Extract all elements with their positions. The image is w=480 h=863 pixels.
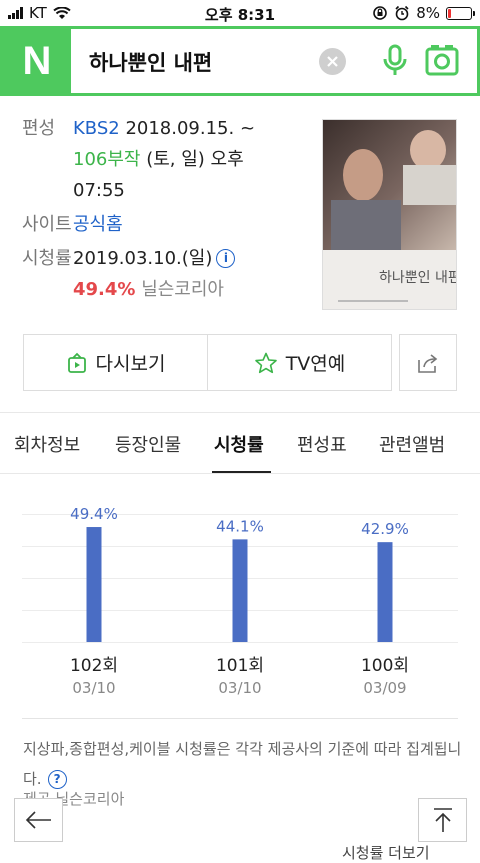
battery-percent: 8%: [416, 4, 440, 22]
value-label: 42.9%: [361, 520, 409, 538]
replay-icon: [67, 352, 86, 373]
rating-value: 49.4%: [73, 279, 136, 300]
rating-source: 닐슨코리아: [141, 279, 224, 300]
value-label: 44.1%: [216, 517, 264, 535]
tab-bar: 회차정보 등장인물 시청률 편성표 관련앨범: [0, 412, 480, 474]
close-icon: [327, 56, 338, 67]
clear-search-button[interactable]: [319, 48, 346, 75]
category-label: 102회: [70, 656, 118, 676]
ratings-chart-svg: 49.4% 102회 03/10 44.1% 101회 03/10 42.9% 100회 03/…: [70, 505, 409, 697]
category-label: 100회: [361, 656, 409, 676]
schedule: (토, 일) 오후: [146, 149, 244, 170]
value-label: 49.4%: [70, 505, 118, 523]
camera-search-icon[interactable]: [425, 44, 459, 78]
tab-ratings[interactable]: 시청률: [214, 431, 264, 457]
arrow-left-icon: [25, 811, 51, 829]
category-label: 101회: [216, 656, 264, 676]
bar-101회: [232, 539, 248, 642]
date-label: 03/10: [72, 679, 115, 697]
date-label: 03/10: [218, 679, 261, 697]
search-input[interactable]: 하나뿐인 내편: [89, 47, 212, 77]
rating-label: 시청률: [22, 248, 72, 269]
ratings-chart: 49.4% 102회 03/10 44.1% 101회 03/10 42.9% 100회 03/…: [22, 500, 458, 700]
star-icon: [254, 352, 277, 373]
tv-entertainment-label: TV연예: [285, 353, 346, 375]
broadcast-label: 편성: [22, 118, 56, 139]
voice-search-icon[interactable]: [381, 44, 409, 78]
air-time: 07:55: [73, 180, 125, 201]
more-ratings-link[interactable]: 시청률 더보기: [342, 842, 430, 863]
tab-related-album[interactable]: 관련앨범: [379, 431, 445, 457]
channel-link[interactable]: KBS2: [73, 118, 120, 139]
footnote-text: 지상파,종합편성,케이블 시청률은 각각 제공사의 기준에 따라 집계됩니다.: [23, 740, 462, 788]
share-button[interactable]: [399, 334, 457, 391]
status-bar: KT 오후 8:31 8%: [0, 0, 480, 26]
back-button[interactable]: [14, 798, 63, 842]
bar-102회: [86, 527, 102, 642]
alarm-icon: [395, 5, 409, 21]
active-tab-indicator: [212, 471, 271, 473]
rating-date: 2019.03.10.(일): [73, 248, 213, 269]
search-bar: N 하나뿐인 내편: [0, 26, 480, 96]
rotation-lock-icon: [373, 6, 388, 20]
replay-label: 다시보기: [95, 353, 166, 375]
episode-count[interactable]: 106부작: [73, 149, 140, 170]
program-info: 편성 KBS2 2018.09.15. ~ 106부작 (토, 일) 오후 07…: [22, 113, 302, 305]
info-icon[interactable]: i: [216, 249, 236, 268]
arrow-up-icon: [433, 808, 452, 832]
tab-characters[interactable]: 등장인물: [115, 431, 181, 457]
divider: [22, 718, 458, 719]
naver-logo[interactable]: N: [3, 29, 71, 93]
date-label: 03/09: [363, 679, 406, 697]
poster-title: 하나뿐인 내편: [379, 270, 457, 286]
rating-footnote: 지상파,종합편성,케이블 시청률은 각각 제공사의 기준에 따라 집계됩니다.?: [23, 734, 463, 794]
help-icon[interactable]: ?: [47, 770, 67, 789]
replay-button[interactable]: 다시보기: [24, 335, 207, 390]
drama-poster[interactable]: 하나뿐인 내편: [322, 119, 457, 310]
date-range: 2018.09.15. ~: [125, 118, 256, 139]
tab-episode-info[interactable]: 회차정보: [14, 431, 80, 457]
scroll-top-button[interactable]: [418, 798, 467, 842]
tv-entertainment-button[interactable]: TV연예: [207, 335, 391, 390]
battery-icon: [446, 6, 475, 20]
tab-schedule[interactable]: 편성표: [297, 431, 347, 457]
share-icon: [418, 353, 438, 373]
official-site-link[interactable]: 공식홈: [73, 209, 123, 240]
site-label: 사이트: [22, 214, 72, 235]
action-buttons: 다시보기 TV연예: [23, 334, 392, 391]
bar-100회: [377, 542, 393, 642]
